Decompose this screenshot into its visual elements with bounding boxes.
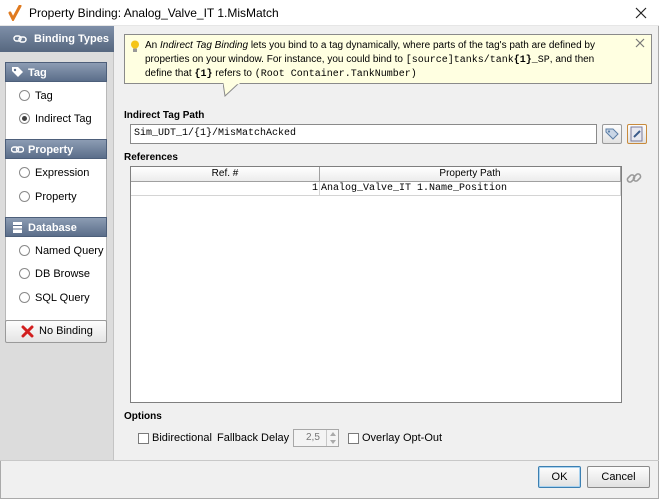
tooltip-pointer	[223, 83, 240, 97]
tip-line-3: define that {1} refers to (Root Containe…	[145, 68, 417, 80]
lightbulb-icon	[131, 40, 139, 52]
overlay-opt-out-label: Overlay Opt-Out	[362, 432, 443, 444]
app-logo-icon	[8, 5, 22, 21]
binding-types-sidebar: Binding Types Tag Tag Indirect Tag Prope…	[0, 26, 114, 460]
tip-text: An	[145, 40, 161, 51]
no-binding-label: No Binding	[39, 325, 93, 337]
indirect-tag-path-label: Indirect Tag Path	[124, 110, 205, 121]
link-icon[interactable]	[626, 170, 642, 186]
link-property-icon	[630, 126, 643, 142]
overlay-opt-out-checkbox[interactable]	[348, 433, 359, 444]
title-bar: Property Binding: Analog_Valve_IT 1.MisM…	[0, 0, 659, 26]
property-group-header: Property	[5, 139, 107, 159]
ok-button[interactable]: OK	[538, 466, 581, 488]
radio-button[interactable]	[19, 191, 30, 202]
radio-button[interactable]	[19, 268, 30, 279]
tip-code: [source]tanks/tank	[405, 55, 514, 66]
radio-label: SQL Query	[35, 292, 90, 304]
bidirectional-label: Bidirectional	[152, 432, 212, 444]
radio-label: Named Query	[35, 245, 104, 257]
binding-types-header: Binding Types	[0, 26, 114, 52]
database-icon	[13, 222, 22, 233]
tip-emphasis: Indirect Tag Binding	[160, 40, 249, 51]
radio-button[interactable]	[19, 292, 30, 303]
tip-code: (Root Container.TankNumber)	[254, 69, 417, 80]
chain-link-icon	[13, 35, 27, 43]
column-header-property-path[interactable]: Property Path	[320, 167, 621, 182]
radio-button[interactable]	[19, 90, 30, 101]
fallback-delay-label: Fallback Delay	[217, 432, 290, 444]
chain-link-icon	[11, 146, 24, 153]
indirect-tag-path-input[interactable]: Sim_UDT_1/{1}/MisMatchAcked	[130, 124, 597, 144]
radio-button[interactable]	[19, 245, 30, 256]
property-path-cell[interactable]: Analog_Valve_IT 1.Name_Position	[320, 182, 621, 196]
browse-tags-button[interactable]	[602, 124, 622, 144]
close-tip-icon[interactable]	[635, 38, 645, 48]
tag-group-title: Tag	[28, 67, 47, 79]
spinner-up-icon[interactable]	[327, 430, 339, 438]
fallback-delay-value: 2,5	[306, 432, 320, 443]
bidirectional-checkbox[interactable]	[138, 433, 149, 444]
tip-line-2: properties on your window. For instance,…	[145, 54, 594, 66]
radio-label: Indirect Tag	[35, 113, 92, 125]
separator	[0, 460, 659, 461]
window-title: Property Binding: Analog_Valve_IT 1.MisM…	[29, 6, 279, 20]
radio-label: Expression	[35, 167, 90, 179]
tip-code-bold: {1}	[513, 55, 532, 66]
cancel-button[interactable]: Cancel	[587, 466, 650, 488]
tag-icon	[12, 67, 23, 77]
tip-code-bold: {1}	[194, 69, 213, 80]
tip-text: , and then	[549, 54, 595, 65]
no-binding-button[interactable]: No Binding	[5, 320, 107, 343]
radio-button-selected[interactable]	[19, 113, 30, 124]
table-row[interactable]: 1 Analog_Valve_IT 1.Name_Position	[131, 182, 621, 196]
radio-label: Property	[35, 191, 77, 203]
radio-label: DB Browse	[35, 268, 91, 280]
insert-property-button[interactable]	[627, 124, 647, 144]
column-header-ref[interactable]: Ref. #	[131, 167, 320, 182]
tip-text: properties on your window. For instance,…	[145, 54, 406, 65]
tip-text: define that	[145, 68, 195, 79]
close-icon[interactable]	[631, 4, 651, 22]
references-label: References	[124, 152, 178, 163]
tip-code: _SP	[531, 55, 550, 66]
tip-line-1: An Indirect Tag Binding lets you bind to…	[145, 40, 595, 51]
info-tooltip: An Indirect Tag Binding lets you bind to…	[124, 34, 652, 84]
references-table: Ref. # Property Path 1 Analog_Valve_IT 1…	[130, 166, 622, 403]
tag-icon	[605, 128, 619, 140]
ref-cell[interactable]: 1	[131, 182, 320, 196]
property-group-title: Property	[28, 144, 74, 156]
options-label: Options	[124, 411, 162, 422]
options-row: Bidirectional Fallback Delay 2,5 Overlay…	[138, 428, 458, 448]
binding-types-title: Binding Types	[34, 33, 109, 45]
radio-label: Tag	[35, 90, 53, 102]
red-x-icon	[21, 325, 34, 338]
spinner-arrows[interactable]	[326, 430, 338, 446]
tip-text: refers to	[212, 68, 255, 79]
fallback-delay-spinner[interactable]: 2,5	[293, 429, 339, 447]
database-group-header: Database	[5, 217, 107, 237]
radio-button[interactable]	[19, 167, 30, 178]
tag-group-header: Tag	[5, 62, 107, 82]
database-group-title: Database	[28, 222, 77, 234]
spinner-down-icon[interactable]	[327, 438, 339, 446]
tip-text: lets you bind to a tag dynamically, wher…	[248, 40, 595, 51]
